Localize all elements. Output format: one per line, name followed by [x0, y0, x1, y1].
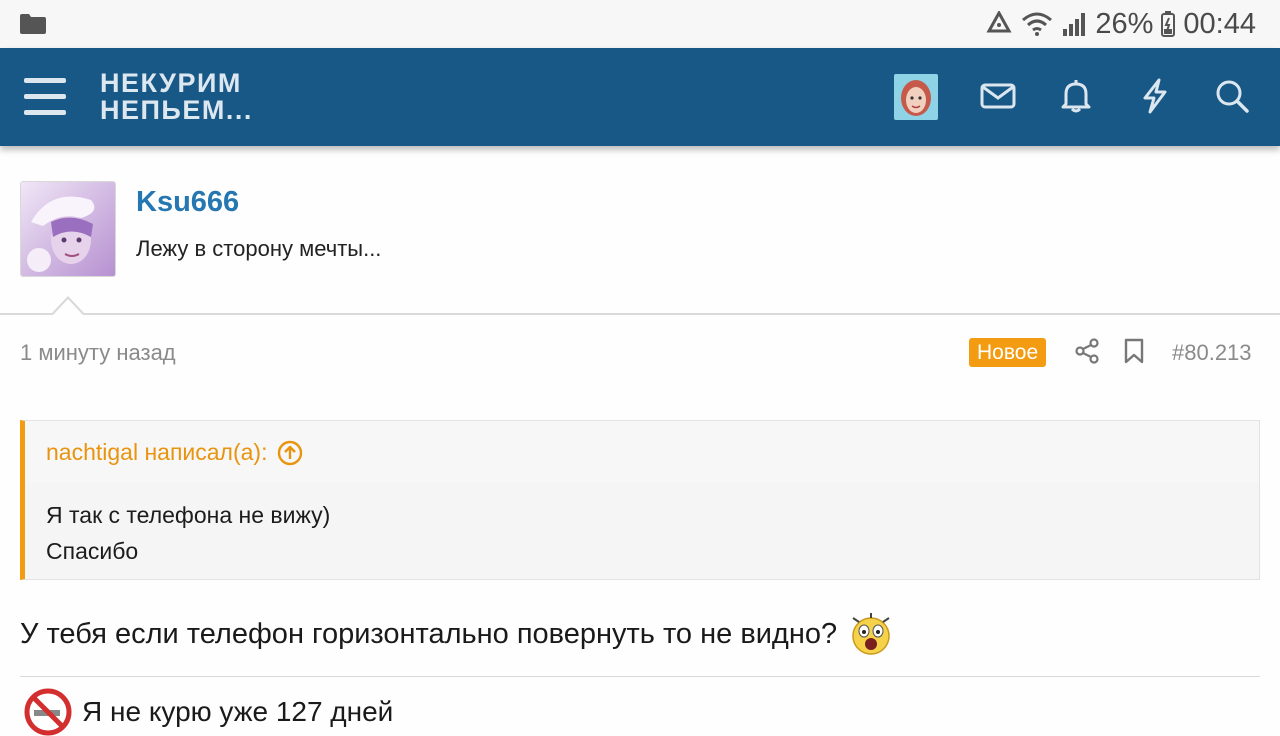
- status-bar: 26% 00:44: [0, 0, 1280, 48]
- battery-icon: [1161, 11, 1176, 37]
- post-time[interactable]: 1 минуту назад: [20, 340, 176, 366]
- signature-text: Я не курю уже 127 дней: [82, 696, 394, 727]
- divider: [0, 313, 1280, 315]
- signal-icon: [1063, 13, 1086, 36]
- menu-icon-bar: [24, 94, 66, 99]
- author-title: Лежу в сторону мечты...: [136, 236, 382, 261]
- menu-button[interactable]: [24, 78, 68, 116]
- bell-icon[interactable]: [1058, 78, 1094, 114]
- search-icon[interactable]: [1214, 78, 1250, 114]
- logo-line-2: НЕПЬЕМ...: [100, 95, 253, 125]
- arrow-up-circle-icon[interactable]: [277, 440, 303, 466]
- new-badge: Новое: [969, 338, 1047, 367]
- lightning-icon[interactable]: [1137, 78, 1173, 114]
- message-text: У тебя если телефон горизонтально поверн…: [20, 617, 838, 650]
- recycle-icon: [986, 11, 1012, 33]
- battery-percent: 26%: [1095, 7, 1154, 40]
- share-icon[interactable]: [1074, 338, 1100, 364]
- quote-header: nachtigal написал(а):: [25, 421, 1259, 483]
- menu-icon-bar: [24, 78, 66, 83]
- post-message: У тебя если телефон горизонтально поверн…: [20, 612, 893, 656]
- shocked-emoji-icon: [852, 613, 890, 655]
- author-name[interactable]: Ksu666: [136, 186, 239, 219]
- quote-author: nachtigal написал(а):: [46, 439, 268, 465]
- app-header: НЕКУРИМ НЕПЬЕМ...: [0, 48, 1280, 146]
- folder-icon: [20, 14, 46, 34]
- clock: 00:44: [1183, 7, 1256, 40]
- no-smoking-icon: [24, 688, 72, 736]
- wifi-icon: [1022, 12, 1053, 36]
- quote-author-link[interactable]: nachtigal написал(а):: [46, 439, 303, 466]
- site-logo[interactable]: НЕКУРИМ НЕПЬЕМ...: [100, 70, 253, 124]
- mail-icon[interactable]: [980, 78, 1016, 114]
- bookmark-icon[interactable]: [1123, 338, 1145, 364]
- user-avatar[interactable]: [894, 74, 938, 120]
- quote-body: Я так с телефона не вижу) Спасибо: [46, 497, 330, 569]
- quote-block: nachtigal написал(а): Я так с телефона н…: [20, 420, 1260, 580]
- quote-line: Спасибо: [46, 538, 139, 564]
- signature: Я не курю уже 127 дней: [24, 688, 393, 736]
- divider-notch-inner: [53, 299, 83, 315]
- quote-line: Я так с телефона не вижу): [46, 502, 331, 528]
- menu-icon-bar: [24, 110, 66, 115]
- logo-line-1: НЕКУРИМ: [100, 68, 242, 98]
- signature-divider: [20, 676, 1260, 677]
- author-avatar[interactable]: [20, 181, 116, 277]
- post-number[interactable]: #80.213: [1172, 340, 1252, 366]
